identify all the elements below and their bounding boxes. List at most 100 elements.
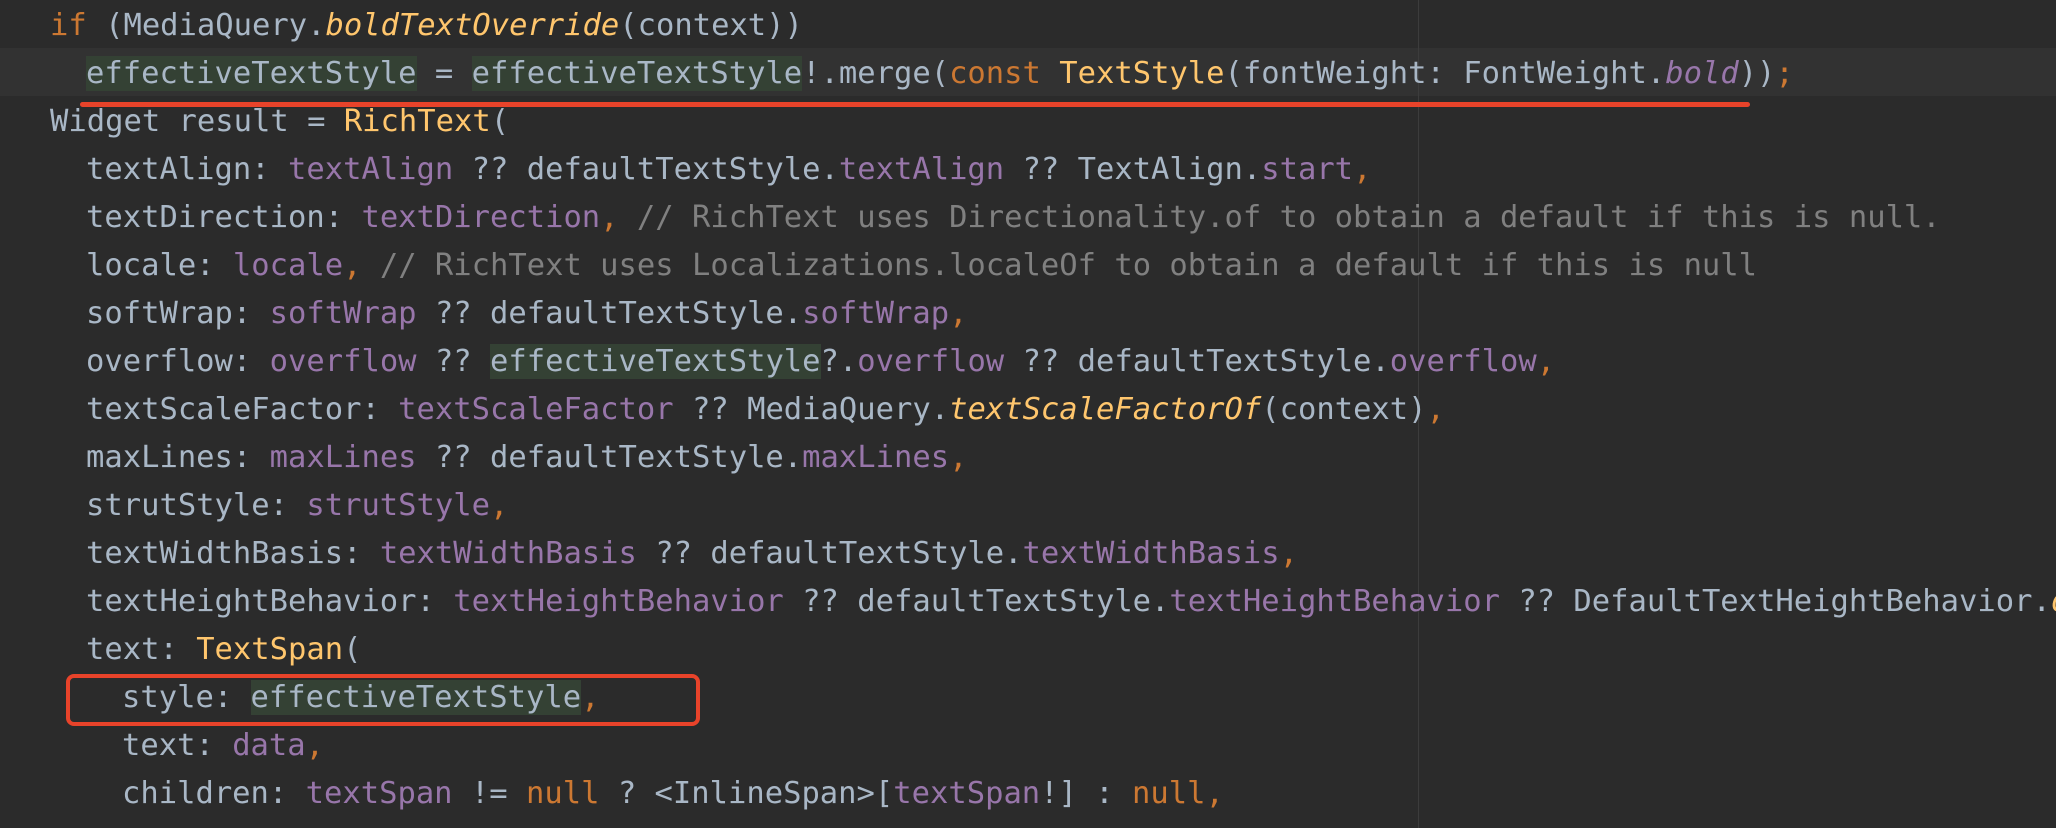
code-token: ?? defaultTextStyle.	[416, 440, 803, 475]
code-token: textAlign:	[86, 152, 288, 187]
code-line[interactable]: textAlign: textAlign ?? defaultTextStyle…	[86, 146, 1371, 194]
code-token: softWrap:	[86, 296, 270, 331]
code-token: bold	[1665, 56, 1739, 91]
code-token: locale	[232, 248, 344, 283]
code-token: data	[232, 728, 306, 763]
code-token: textAlign	[838, 152, 1005, 187]
code-token: ,	[305, 728, 325, 763]
code-token: textScaleFactorOf	[949, 392, 1262, 427]
code-token: textAlign	[288, 152, 454, 187]
code-line[interactable]: textScaleFactor: textScaleFactor ?? Medi…	[86, 386, 1445, 434]
code-token: ??	[416, 344, 490, 379]
code-token: softWrap	[269, 296, 417, 331]
code-token: textDirection	[361, 200, 601, 235]
code-token: textDirection:	[86, 200, 362, 235]
code-token: maxLines	[802, 440, 950, 475]
code-token: ?? defaultTextStyle.	[453, 152, 839, 187]
code-token: effectiveTextStyle	[86, 56, 417, 91]
code-token: (context)	[1261, 392, 1427, 427]
code-token: null	[526, 776, 600, 811]
code-token: strutStyle:	[86, 488, 307, 523]
code-token: ,	[1205, 776, 1224, 811]
code-token: ))	[1738, 56, 1776, 91]
code-token: ?? defaultTextStyle.	[416, 296, 803, 331]
code-token: (context))	[619, 8, 803, 43]
code-token: textSpan	[305, 776, 453, 811]
code-token: Widget result =	[50, 104, 344, 139]
code-line[interactable]: text: TextSpan(	[86, 626, 361, 674]
code-token: =	[416, 56, 472, 91]
code-token: text:	[122, 728, 233, 763]
code-token: TextStyle	[1059, 56, 1225, 91]
code-token: ?? DefaultTextHeightBehavior.	[1499, 584, 2051, 619]
code-token: overflow	[1389, 344, 1537, 379]
code-token: overflow:	[86, 344, 270, 379]
code-token: ),	[86, 824, 123, 828]
code-token: (	[490, 104, 510, 139]
code-editor[interactable]: if (MediaQuery.boldTextOverride(context)…	[0, 0, 2056, 828]
code-line[interactable]: if (MediaQuery.boldTextOverride(context)…	[50, 2, 803, 50]
code-token: textScaleFactor:	[86, 392, 399, 427]
code-token: textHeightBehavior:	[86, 584, 454, 619]
code-token: ,	[949, 296, 968, 331]
code-token: ,	[949, 440, 968, 475]
code-token: textWidthBasis	[379, 536, 637, 571]
code-token: !=	[452, 776, 526, 811]
code-line[interactable]: textHeightBehavior: textHeightBehavior ?…	[86, 578, 2056, 626]
code-token: maxLines	[269, 440, 417, 475]
code-token: RichText	[343, 104, 491, 139]
code-token: ?.	[820, 344, 858, 379]
code-token: ,	[600, 200, 619, 235]
code-token: effectiveTextStyle	[490, 344, 821, 379]
code-token: softWrap	[802, 296, 950, 331]
code-token: ,	[1279, 536, 1298, 571]
code-line[interactable]: children: textSpan != null ? <InlineSpan…	[122, 770, 1224, 818]
code-token: (fontWeight: FontWeight.	[1224, 56, 1666, 91]
code-token: textScaleFactor	[398, 392, 674, 427]
annotation-underline	[80, 102, 1750, 107]
code-line[interactable]: textDirection: textDirection, // RichTex…	[86, 194, 1941, 242]
code-token: textWidthBasis	[1022, 536, 1280, 571]
code-token: children:	[122, 776, 306, 811]
code-line[interactable]: locale: locale, // RichText uses Localiz…	[86, 242, 1757, 290]
code-line[interactable]: textWidthBasis: textWidthBasis ?? defaul…	[86, 530, 1298, 578]
code-token: TextSpan	[196, 632, 344, 667]
code-token: ? <InlineSpan>[	[599, 776, 894, 811]
code-token: ?? defaultTextStyle.	[636, 536, 1023, 571]
code-token: effectiveTextStyle	[471, 56, 803, 91]
code-token: ,	[490, 488, 509, 523]
code-token: boldTextOverride	[325, 8, 620, 43]
code-token: textHeightBehavior	[453, 584, 784, 619]
code-line[interactable]: softWrap: softWrap ?? defaultTextStyle.s…	[86, 290, 967, 338]
code-line[interactable]: maxLines: maxLines ?? defaultTextStyle.m…	[86, 434, 967, 482]
code-token: textSpan	[893, 776, 1041, 811]
code-token: !.merge(	[802, 56, 950, 91]
code-token: ,	[343, 248, 362, 283]
code-token: ;	[1775, 56, 1794, 91]
code-line[interactable]: strutStyle: strutStyle,	[86, 482, 508, 530]
code-token: ?? defaultTextStyle.	[783, 584, 1170, 619]
code-token: if	[50, 8, 87, 43]
code-line[interactable]: overflow: overflow ?? effectiveTextStyle…	[86, 338, 1555, 386]
code-token: null	[1132, 776, 1206, 811]
code-token: // RichText uses Directionality.of to ob…	[618, 200, 1941, 235]
code-token: overflow	[857, 344, 1005, 379]
code-token: ?? TextAlign.	[1004, 152, 1262, 187]
code-token: ?? defaultTextStyle.	[1004, 344, 1390, 379]
code-token: text:	[86, 632, 197, 667]
code-token: locale:	[86, 248, 233, 283]
code-token: ,	[1536, 344, 1556, 379]
code-token: !] :	[1040, 776, 1132, 811]
code-token: strutStyle	[306, 488, 490, 523]
code-token: overflow	[269, 344, 417, 379]
code-token: ,	[1353, 152, 1372, 187]
code-line[interactable]: effectiveTextStyle = effectiveTextStyle!…	[86, 50, 1794, 98]
code-line[interactable]: text: data,	[122, 722, 324, 770]
code-token: (	[343, 632, 362, 667]
code-token: const	[949, 56, 1041, 91]
code-token: start	[1261, 152, 1354, 187]
code-token: maxLines:	[86, 440, 270, 475]
code-token: ,	[1426, 392, 1445, 427]
code-line[interactable]: ),	[86, 818, 123, 828]
